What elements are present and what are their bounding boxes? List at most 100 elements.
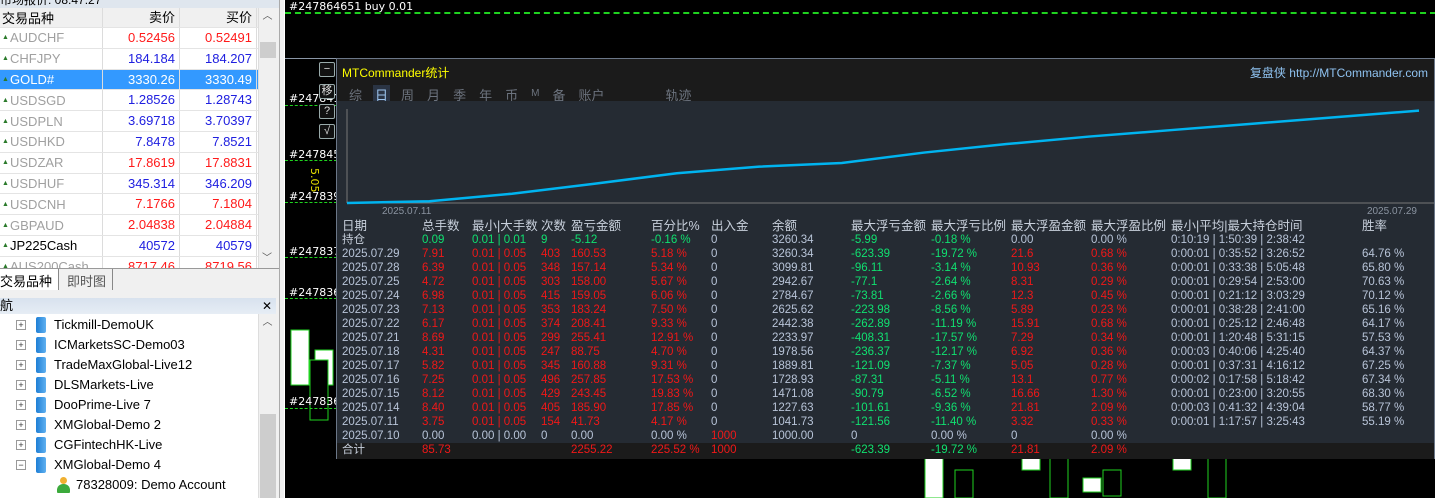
symbol-name: CHFJPY [10, 51, 61, 67]
help-button[interactable]: ? [319, 104, 335, 119]
navigator-server[interactable]: + ICMarketsSC-Demo03 [16, 335, 185, 355]
scroll-down-icon[interactable]: ﹀ [259, 250, 275, 268]
cell: 最大浮盈比例 [1091, 219, 1167, 233]
cell: 0.00 | 0.00 [472, 430, 527, 442]
scroll-up-icon[interactable]: ︿ [259, 314, 276, 332]
navigator-server[interactable]: − XMGlobal-Demo 4 [16, 455, 161, 475]
cell: 64.76 % [1362, 248, 1405, 260]
ask-price: 2.04884 [180, 215, 257, 235]
navigator-server[interactable]: + Tickmill-DemoUK [16, 315, 154, 335]
cell: -623.39 [851, 248, 891, 260]
cell: 0.01 | 0.05 [472, 290, 527, 302]
server-icon [36, 337, 46, 353]
bid-price: 40572 [103, 235, 180, 256]
market-watch-row[interactable]: ▲ USDZAR 17.8619 17.8831 [0, 152, 258, 174]
scroll-up-icon[interactable]: ︿ [259, 8, 276, 26]
cell: 10.93 [1011, 262, 1040, 274]
cell: -17.57 % [931, 332, 978, 344]
cell: 0.01 | 0.05 [472, 304, 527, 316]
expand-icon[interactable]: + [16, 400, 26, 410]
expand-icon[interactable]: + [16, 340, 26, 350]
market-watch-row[interactable]: ▲ JP225Cash 40572 40579 [0, 235, 258, 257]
navigator-server[interactable]: + XMGlobal-Demo 2 [16, 415, 161, 435]
cell: -0.18 % [931, 234, 971, 246]
navigator-server[interactable]: + CGFintechHK-Live [16, 435, 162, 455]
cell: 8.12 [422, 388, 445, 400]
cell: 57.53 % [1362, 332, 1405, 344]
col-bid[interactable]: 卖价 [103, 8, 180, 27]
expand-icon[interactable]: + [16, 320, 26, 330]
col-symbol[interactable]: 交易品种 [0, 8, 103, 27]
cell: 0:00:01 | 0:23:00 | 3:20:55 [1171, 388, 1305, 400]
navigator-scrollbar[interactable]: ︿ [258, 314, 276, 498]
server-icon [36, 377, 46, 393]
candle [309, 359, 329, 421]
market-watch-row[interactable]: ▲ CHFJPY 184.184 184.207 [0, 48, 258, 70]
cell: -19.72 % [931, 444, 978, 456]
server-name: ICMarketsSC-Demo03 [54, 337, 185, 352]
expand-icon[interactable]: + [16, 440, 26, 450]
cell: 2025.07.17 [342, 360, 400, 372]
cell: -8.56 % [931, 304, 971, 316]
market-watch-row[interactable]: ▲ USDHKD 7.8478 7.8521 [0, 131, 258, 153]
cell: 160.88 [571, 360, 607, 372]
brand-link[interactable]: 复盘侠 http://MTCommander.com [1250, 64, 1428, 81]
cell: -6.52 % [931, 388, 971, 400]
tab-tick-chart[interactable]: 即时图 [59, 269, 114, 290]
cell: 0 [851, 430, 858, 442]
navigator-account[interactable]: 78328009: Demo Account [50, 475, 226, 495]
cell: 1471.08 [772, 388, 814, 400]
minimize-button[interactable]: − [319, 62, 335, 77]
cell: 9 [541, 234, 548, 246]
server-name: TradeMaxGlobal-Live12 [54, 357, 193, 372]
server-icon [36, 317, 46, 333]
market-watch-row[interactable]: ▲ AUS200Cash 8717.46 8719.56 [0, 256, 258, 268]
cell: 0:00:01 | 0:29:54 | 2:53:00 [1171, 276, 1305, 288]
tab-symbols[interactable]: 交易品种 [0, 269, 60, 290]
close-icon[interactable]: ✕ [262, 298, 272, 314]
cell: -5.99 [851, 234, 878, 246]
brand-url[interactable]: http://MTCommander.com [1289, 66, 1428, 80]
expand-icon[interactable]: + [16, 380, 26, 390]
navigator-server[interactable]: + TradeMaxGlobal-Live12 [16, 355, 192, 375]
expand-icon[interactable]: + [16, 420, 26, 430]
col-ask[interactable]: 买价 [180, 8, 257, 27]
collapse-icon[interactable]: − [16, 460, 26, 470]
ask-price: 0.52491 [180, 28, 257, 48]
cell: -408.31 [851, 332, 891, 344]
market-watch-scrollbar[interactable]: ︿ ﹀ [258, 8, 276, 268]
market-watch-row[interactable]: ▲ USDCNH 7.1766 7.1804 [0, 194, 258, 216]
market-watch-row[interactable]: ▲ AUDCHF 0.52456 0.52491 [0, 28, 258, 49]
market-watch-row[interactable]: ▲ USDPLN 3.69718 3.70397 [0, 111, 258, 132]
market-watch-row[interactable]: ▲ GBPAUD 2.04838 2.04884 [0, 215, 258, 236]
cell: 0.36 % [1091, 262, 1127, 274]
market-watch-row[interactable]: ▲ USDHUF 345.314 346.209 [0, 173, 258, 195]
market-watch-row[interactable]: ▲ GOLD# 3330.26 3330.49 [0, 69, 258, 91]
expand-icon[interactable]: + [16, 360, 26, 370]
scroll-thumb[interactable] [260, 414, 276, 498]
bid-price: 2.04838 [103, 215, 180, 235]
cell: 185.90 [571, 402, 607, 414]
confirm-button[interactable]: √ [319, 124, 335, 139]
cell: 0:00:01 | 0:21:12 | 3:03:29 [1171, 290, 1305, 302]
cell: 0 [711, 346, 718, 358]
cell: 0.00 % [931, 430, 967, 442]
server-name: CGFintechHK-Live [54, 437, 163, 452]
cell: 9.33 % [651, 318, 687, 330]
market-watch-row[interactable]: ▲ USDSGD 1.28526 1.28743 [0, 90, 258, 112]
position-row: 持仓 0.09 0.01 | 0.01 9 -5.12 -0.16 % 0 3260.34 -5… [337, 233, 1434, 247]
candle [290, 329, 310, 386]
cell: 6.06 % [651, 290, 687, 302]
cell: -121.09 [851, 360, 891, 372]
scroll-thumb[interactable] [260, 42, 276, 58]
trend-arrow-icon: ▲ [2, 138, 9, 146]
cell: 0:00:03 | 0:41:32 | 4:39:04 [1171, 402, 1305, 414]
move-button[interactable]: 移 [319, 84, 335, 99]
order-line [285, 298, 337, 299]
navigator-server[interactable]: + DLSMarkets-Live [16, 375, 154, 395]
ask-price: 7.8521 [180, 131, 257, 152]
table-row: 2025.07.10 0.00 0.00 | 0.00 0 0.00 0.00 % 1000… [337, 429, 1434, 443]
navigator-server[interactable]: + DooPrime-Live 7 [16, 395, 151, 415]
cell: 7.25 [422, 374, 445, 386]
equity-svg: 2025.07.11 2025.07.29 [346, 109, 1434, 217]
